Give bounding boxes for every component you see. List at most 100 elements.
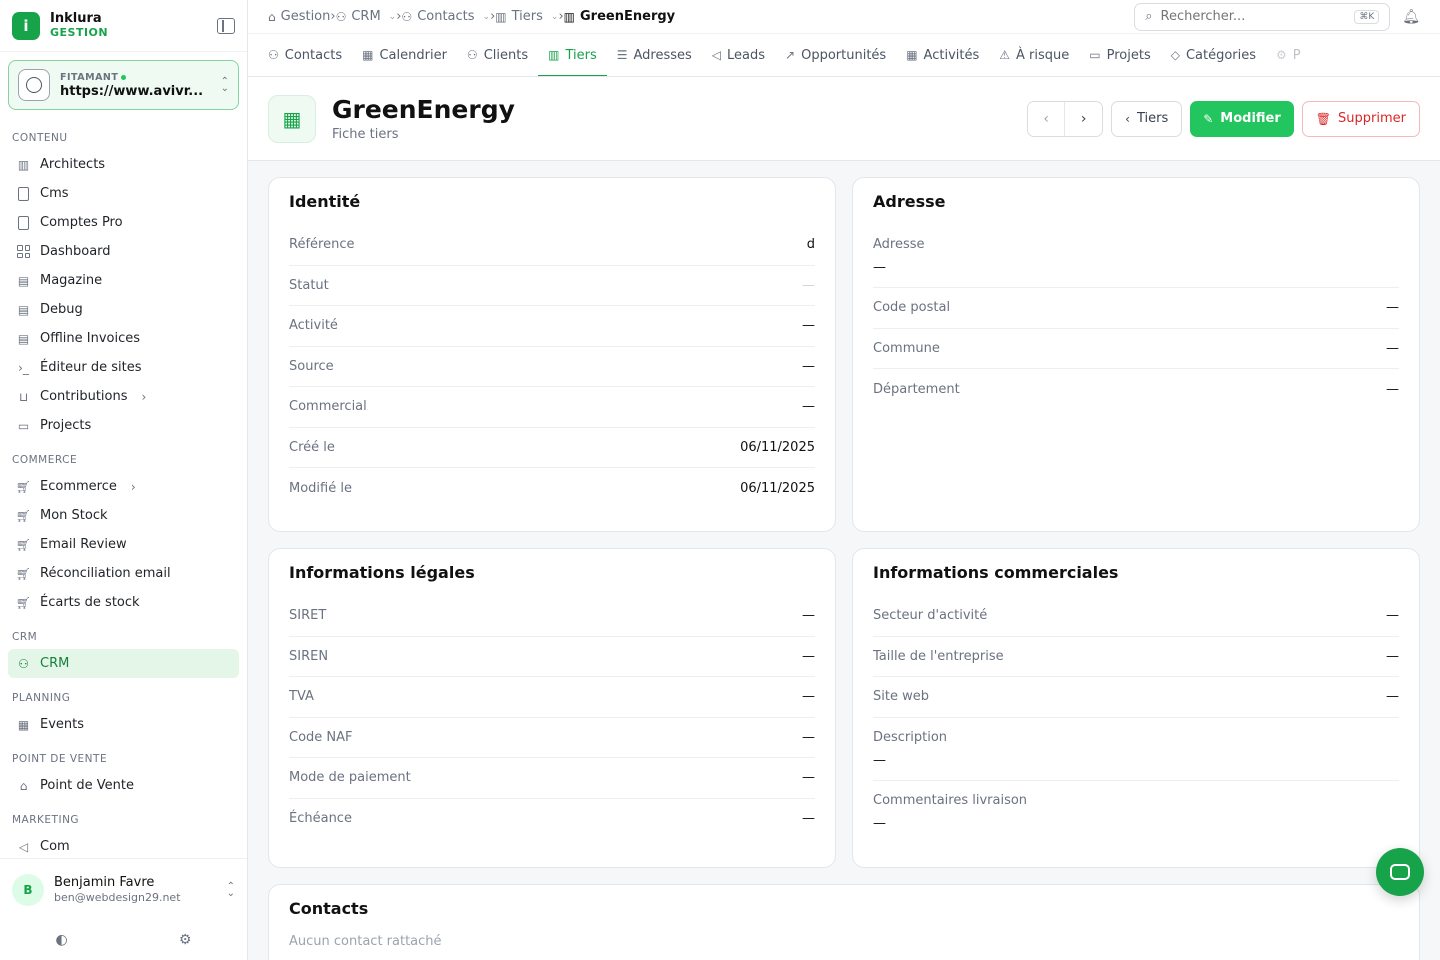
sidebar-item-events[interactable]: ▦ Events — [8, 710, 239, 739]
sidebar-item-label: Comptes Pro — [40, 215, 123, 230]
tab-leads[interactable]: ◁ Leads — [702, 34, 775, 76]
building-icon: ▥ — [495, 9, 507, 24]
field-label: Secteur d'activité — [873, 608, 988, 624]
site-switcher[interactable]: FITAMANT https://www.avivr... ⌃ ⌄ — [8, 60, 239, 110]
sidebar-item-label: Ecommerce — [40, 479, 117, 494]
sidebar-item-point-de-vente[interactable]: ⌂ Point de Vente — [8, 771, 239, 800]
sidebar-item-projects[interactable]: ▭ Projects — [8, 411, 239, 440]
chevron-down-icon[interactable]: ⌄ — [483, 12, 491, 22]
field-value: — — [873, 752, 886, 768]
settings-gear-icon[interactable]: ⚙ — [179, 932, 192, 948]
chat-bubble-button[interactable] — [1376, 848, 1424, 896]
sidebar-item-email-review[interactable]: 🛒︎ Email Review — [8, 530, 239, 559]
topbar: ⌂ Gestion › ⚇ CRM ⌄ › ⚇ Contacts ⌄ › ▥ Tiers ⌄ › ▥ Green… — [248, 0, 1440, 34]
tab-calendrier[interactable]: ▦ Calendrier — [352, 34, 457, 76]
sidebar-item-architects[interactable]: ▥ Architects — [8, 150, 239, 179]
breadcrumb-item[interactable]: ⚇ CRM ⌄ — [336, 9, 397, 24]
tab-contacts[interactable]: ⚇ Contacts — [258, 34, 352, 76]
field-value: — — [1386, 340, 1399, 356]
chevron-left-icon: ‹ — [1125, 111, 1130, 126]
field-row: Référence d — [289, 225, 815, 266]
list-icon: ☰ — [616, 48, 628, 62]
field-value: — — [1386, 689, 1399, 705]
sidebar-item-label: Dashboard — [40, 244, 111, 259]
field-label: Échéance — [289, 811, 352, 827]
sidebar-item-ecommerce[interactable]: 🛒︎ Ecommerce › — [8, 472, 239, 501]
nav-section-heading: MARKETING — [12, 814, 80, 826]
search-box[interactable]: ⌕ ⌘K — [1134, 2, 1391, 31]
sidebar-item-label: Éditeur de sites — [40, 360, 142, 375]
sidebar-footer: ◐ ⚙ — [0, 920, 247, 960]
trash-icon: 🗑︎ — [1315, 111, 1332, 126]
brand-subtitle: GESTION — [50, 25, 109, 39]
tab-activités[interactable]: ▦ Activités — [896, 34, 989, 76]
previous-record-button[interactable]: ‹ — [1028, 101, 1066, 136]
chevron-down-icon[interactable]: ⌄ — [551, 12, 559, 22]
breadcrumb-item[interactable]: ⚇ Contacts ⌄ — [401, 9, 490, 24]
newspaper-icon: ▤ — [17, 273, 30, 288]
tab-à-risque[interactable]: ⚠ À risque — [989, 34, 1079, 76]
crm-tabs: ⚇ Contacts ▦ Calendrier ⚇ Clients ▥ Tiers ☰ Adres… — [248, 34, 1440, 77]
field-value: — — [802, 318, 815, 334]
search-input[interactable] — [1160, 9, 1355, 24]
app-logo-icon[interactable]: i — [12, 11, 40, 40]
chevrons-updown-icon: ⌃ ⌄ — [226, 880, 235, 899]
sidebar-item-com[interactable]: ◁ Com — [8, 832, 239, 858]
sidebar-item-dashboard[interactable]: Dashboard — [8, 237, 239, 266]
sidebar-item-crm[interactable]: ⚇ CRM — [8, 649, 239, 678]
sidebar-item-label: Point de Vente — [40, 778, 135, 793]
sidebar-item--carts-de-stock[interactable]: 🛒︎ Écarts de stock — [8, 588, 239, 617]
inbox-icon: ⊔ — [18, 389, 29, 404]
breadcrumb-item[interactable]: ▥ Tiers ⌄ — [495, 9, 558, 24]
chevron-right-icon: › — [141, 389, 147, 404]
building-icon: ▥ — [17, 157, 30, 172]
tab-opportunités[interactable]: ↗ Opportunités — [775, 34, 896, 76]
sidebar-item-comptes-pro[interactable]: Comptes Pro — [8, 208, 239, 237]
sidebar-item-debug[interactable]: ▤ Debug — [8, 295, 239, 324]
bell-icon[interactable]: 🔔︎ — [1402, 9, 1420, 25]
sidebar-toggle-icon[interactable] — [217, 17, 235, 34]
sidebar-item-r-conciliation-email[interactable]: 🛒︎ Réconciliation email — [8, 559, 239, 588]
terminal-icon: ›_ — [18, 360, 29, 375]
edit-button[interactable]: ✎ Modifier — [1190, 100, 1294, 137]
folder-icon: ▭ — [1089, 48, 1101, 62]
sidebar-item-label: Architects — [40, 157, 106, 172]
sidebar-item-magazine[interactable]: ▤ Magazine — [8, 266, 239, 295]
sidebar-item-offline-invoices[interactable]: ▤ Offline Invoices — [8, 324, 239, 353]
sidebar-item-label: Cms — [40, 186, 69, 201]
nav-section-heading: CONTENU — [12, 132, 68, 144]
chevron-down-icon[interactable]: ⌄ — [389, 12, 397, 22]
sidebar-item-contributions[interactable]: ⊔ Contributions › — [8, 382, 239, 411]
tab-clients[interactable]: ⚇ Clients — [457, 34, 538, 76]
tab-adresses[interactable]: ☰ Adresses — [607, 34, 702, 76]
field-row: Échéance — — [289, 799, 815, 840]
breadcrumb-item[interactable]: ⌂ Gestion — [268, 9, 330, 24]
delete-button[interactable]: 🗑︎ Supprimer — [1301, 100, 1420, 137]
next-record-button[interactable]: › — [1065, 102, 1102, 136]
chevrons-updown-icon: ⌃ ⌄ — [220, 76, 229, 94]
sidebar-nav: CONTENU ▥ Architects Cms Comptes Pro Dashboar… — [0, 118, 247, 858]
field-row: Code postal — — [873, 288, 1399, 329]
brand-name: Inklura — [50, 10, 102, 26]
sidebar-item--diteur-de-sites[interactable]: ›_ Éditeur de sites — [8, 353, 239, 382]
tab-catégories[interactable]: ◇ Catégories — [1161, 34, 1266, 76]
breadcrumb: ⌂ Gestion › ⚇ CRM ⌄ › ⚇ Contacts ⌄ › ▥ Tiers ⌄ › ▥ Green… — [268, 9, 675, 24]
tab-p[interactable]: ⚙ P — [1266, 34, 1311, 76]
sidebar-item-mon-stock[interactable]: 🛒︎ Mon Stock — [8, 501, 239, 530]
palette-icon[interactable]: ◐ — [56, 932, 68, 948]
cart-icon: 🛒︎ — [15, 537, 32, 552]
field-value: — — [802, 689, 815, 705]
cart-icon: 🛒︎ — [15, 595, 32, 610]
user-menu[interactable]: B Benjamin Favre ben@webdesign29.net ⌃ ⌄ — [0, 858, 247, 920]
tab-projets[interactable]: ▭ Projets — [1079, 34, 1160, 76]
back-to-tiers-button[interactable]: ‹ Tiers — [1111, 100, 1183, 137]
field-value: d — [806, 237, 815, 253]
sidebar-item-cms[interactable]: Cms — [8, 179, 239, 208]
nav-section-heading: POINT DE VENTE — [12, 753, 108, 765]
pencil-icon: ✎ — [1203, 111, 1214, 126]
brand-header: i Inklura GESTION — [0, 0, 247, 52]
sidebar-item-label: Debug — [40, 302, 83, 317]
field-row: Statut — — [289, 266, 815, 306]
tab-tiers[interactable]: ▥ Tiers — [538, 34, 607, 76]
field-value: — — [802, 770, 815, 786]
